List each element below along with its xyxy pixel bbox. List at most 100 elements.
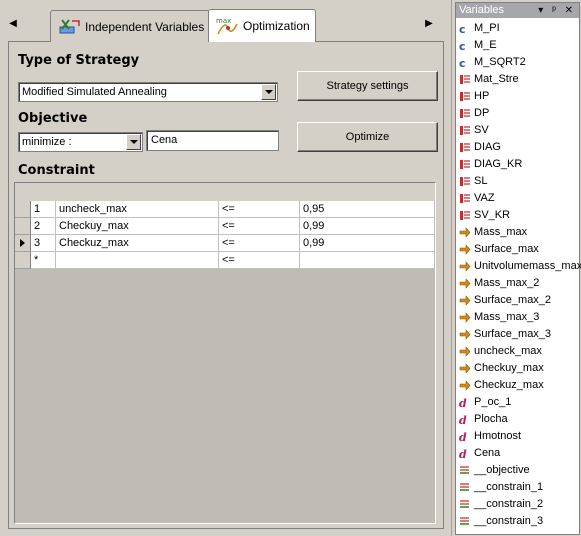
table-icon [460,143,470,152]
row-number: 1 [31,201,56,218]
optimize-button[interactable]: Optimize [297,122,438,152]
constraint-variable-cell[interactable]: uncheck_max [56,201,219,218]
variable-item[interactable]: __constrain_2 [456,496,579,513]
tab-optimization-label: Optimization [243,19,310,33]
constraint-operator-cell[interactable]: <= [219,218,300,235]
variable-item[interactable]: Unitvolumemass_max [456,258,581,275]
variable-name: Surface_max_2 [474,294,552,306]
variable-name: SL [474,175,488,187]
tab-bar: ◀ Independent Variables max Optimization… [0,8,452,42]
table-icon [460,194,470,203]
objective-icon [460,500,469,508]
variable-item[interactable]: SL [456,173,579,190]
chevron-down-icon[interactable] [126,134,141,150]
constraint-value-cell[interactable]: 0,99 [300,235,435,252]
variable-name: Mass_max_3 [474,311,540,323]
variable-item[interactable]: DIAG [456,139,579,156]
variable-item[interactable]: c M_SQRT2 [456,54,579,71]
constraint-operator-cell[interactable]: <= [219,201,300,218]
variable-item[interactable]: Surface_max [456,241,579,258]
optimization-editor: ◀ Independent Variables max Optimization… [0,0,452,536]
tab-independent-variables-label: Independent Variables [85,20,205,34]
objective-mode-select[interactable]: minimize : [18,132,143,152]
variable-item[interactable]: Mass_max [456,224,579,241]
variables-panel-header: Variables ▾ ᵖ ✕ [456,3,579,18]
output-variable-icon [459,227,471,238]
tab-optimization[interactable]: max Optimization [208,9,316,42]
variable-item[interactable]: d Cena [456,445,579,462]
variable-item[interactable]: Surface_max_2 [456,292,579,309]
variable-item[interactable]: DIAG_KR [456,156,579,173]
variable-item[interactable]: d P_oc_1 [456,394,579,411]
constraint-table[interactable]: 1 uncheck_max <= 0,95 2 Checkuy_max <= 0… [14,182,436,524]
variable-name: P_oc_1 [474,396,512,408]
svg-text:d: d [459,448,467,459]
tab-scroll-right-icon[interactable]: ▶ [422,16,436,32]
variable-item[interactable]: Surface_max_3 [456,326,579,343]
variable-name: Plocha [474,413,508,425]
variable-item[interactable]: __constrain_3 [456,513,579,530]
svg-text:max: max [216,17,231,25]
constant-icon: c [459,40,466,51]
variable-item[interactable]: SV [456,122,579,139]
variable-item[interactable]: uncheck_max [456,343,579,360]
constant-icon: c [459,57,466,68]
variable-item[interactable]: d Plocha [456,411,579,428]
constraint-value-cell[interactable]: 0,99 [300,218,435,235]
variable-name: Unitvolumemass_max [474,260,581,272]
variable-name: Mass_max [474,226,528,238]
variable-name: DIAG [474,141,501,153]
new-row[interactable]: * <= [15,252,435,269]
constraint-variable-cell[interactable]: Checkuy_max [56,218,219,235]
table-row[interactable]: 3 Checkuz_max <= 0,99 [15,235,435,252]
variable-name: SV_KR [474,209,511,221]
objective-expression-field[interactable]: Cena [146,130,279,151]
constraint-variable-cell[interactable] [56,252,219,269]
constraint-operator-cell[interactable]: <= [219,235,300,252]
strategy-select[interactable]: Modified Simulated Annealing [18,82,278,102]
row-header[interactable] [15,252,31,269]
constraint-value-cell[interactable]: 0,95 [300,201,435,218]
variable-name: Mass_max_2 [474,277,540,289]
variable-item[interactable]: Mat_Stre [456,71,579,88]
current-row-arrow-icon [20,239,25,247]
variable-name: M_E [474,39,497,51]
variable-item[interactable]: DP [456,105,579,122]
variable-item[interactable]: Mass_max_2 [456,275,579,292]
variable-item[interactable]: VAZ [456,190,579,207]
output-variable-icon [459,346,471,357]
variable-name: Surface_max [474,243,539,255]
constraint-operator-cell[interactable]: <= [219,252,300,269]
variable-item[interactable]: c M_E [456,37,579,54]
strategy-settings-button[interactable]: Strategy settings [297,71,438,101]
tab-scroll-left-icon[interactable]: ◀ [6,16,20,32]
table-row[interactable]: 1 uncheck_max <= 0,95 [15,201,435,218]
variable-item[interactable]: __constrain_1 [456,479,579,496]
table-icon [460,75,470,84]
variable-item[interactable]: Checkuy_max [456,360,579,377]
objective-icon [460,466,469,474]
panel-window-controls-icon[interactable]: ▾ ᵖ ✕ [538,3,576,18]
variable-item[interactable]: c M_PI [456,20,579,37]
table-icon [460,177,470,186]
row-number: 3 [31,235,56,252]
output-variable-icon [459,312,471,323]
row-header[interactable] [15,218,31,235]
variable-item[interactable]: d Hmotnost [456,428,579,445]
output-variable-icon [459,380,471,391]
variable-item[interactable]: __objective [456,462,579,479]
tab-independent-variables[interactable]: Independent Variables [50,10,210,42]
table-row[interactable]: 2 Checkuy_max <= 0,99 [15,218,435,235]
constraint-variable-cell[interactable]: Checkuz_max [56,235,219,252]
row-header[interactable] [15,201,31,218]
row-header[interactable] [15,235,31,252]
optimization-icon: max [216,17,238,35]
variable-item[interactable]: Mass_max_3 [456,309,579,326]
variable-name: Surface_max_3 [474,328,552,340]
variable-item[interactable]: HP [456,88,579,105]
constraint-value-cell[interactable] [300,252,435,269]
variable-name: VAZ [474,192,495,204]
variable-item[interactable]: SV_KR [456,207,579,224]
variable-item[interactable]: Checkuz_max [456,377,579,394]
chevron-down-icon[interactable] [261,84,276,100]
